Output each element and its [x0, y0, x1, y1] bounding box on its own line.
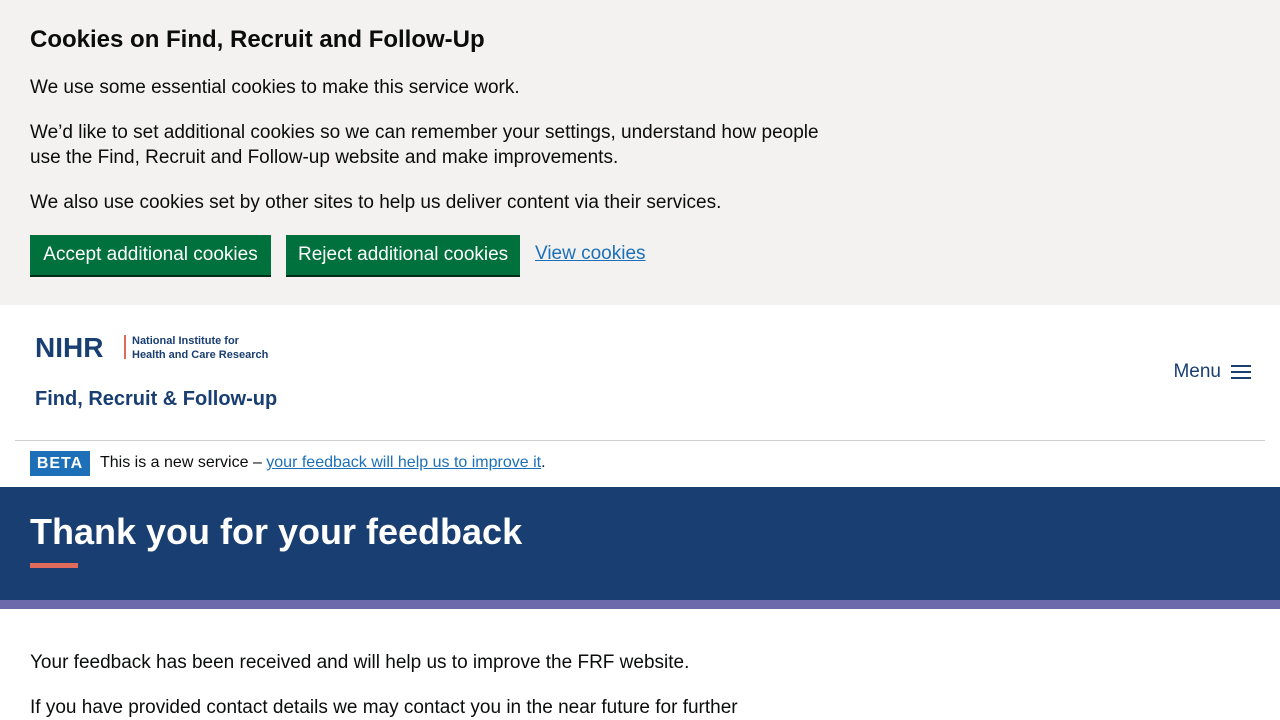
contact-details-text: If you have provided contact details we …	[30, 697, 738, 718]
feedback-received-text: Your feedback has been received and will…	[30, 652, 690, 673]
page-title: Thank you for your feedback	[30, 511, 523, 552]
menu-label: Menu	[1173, 361, 1221, 382]
cookie-banner: Cookies on Find, Recruit and Follow-Up W…	[0, 0, 1280, 305]
hero-stripe	[0, 600, 1280, 609]
nihr-logo-line1: National Institute for	[132, 335, 240, 347]
nihr-logo[interactable]: NIHR National Institute for Health and C…	[35, 333, 285, 413]
menu-button[interactable]: Menu	[1173, 361, 1251, 383]
phase-banner-text-after: .	[541, 454, 546, 471]
title-accent-bar	[30, 563, 78, 568]
reject-cookies-button[interactable]: Reject additional cookies	[286, 235, 520, 275]
page-hero: Thank you for your feedback	[0, 487, 1280, 600]
cookie-banner-title: Cookies on Find, Recruit and Follow-Up	[30, 26, 485, 53]
service-name-logo: Find, Recruit & Follow-up	[35, 388, 277, 410]
cookie-banner-text-essential: We use some essential cookies to make th…	[30, 77, 520, 98]
nihr-logo-line2: Health and Care Research	[132, 349, 269, 361]
cookie-banner-text-third-party: We also use cookies set by other sites t…	[30, 192, 722, 213]
hamburger-icon	[1231, 364, 1251, 380]
feedback-link[interactable]: your feedback will help us to improve it	[266, 454, 541, 471]
phase-banner: BETA This is a new service – your feedba…	[0, 441, 1280, 487]
accept-cookies-button[interactable]: Accept additional cookies	[30, 235, 271, 275]
cookie-banner-text-additional: We’d like to set additional cookies so w…	[30, 122, 819, 168]
view-cookies-link[interactable]: View cookies	[535, 243, 646, 265]
site-header: NIHR National Institute for Health and C…	[0, 305, 1280, 441]
beta-tag: BETA	[30, 451, 90, 476]
phase-banner-text: This is a new service – your feedback wi…	[100, 454, 546, 472]
phase-banner-text-before: This is a new service –	[100, 454, 267, 471]
nihr-logo-short: NIHR	[35, 333, 103, 363]
